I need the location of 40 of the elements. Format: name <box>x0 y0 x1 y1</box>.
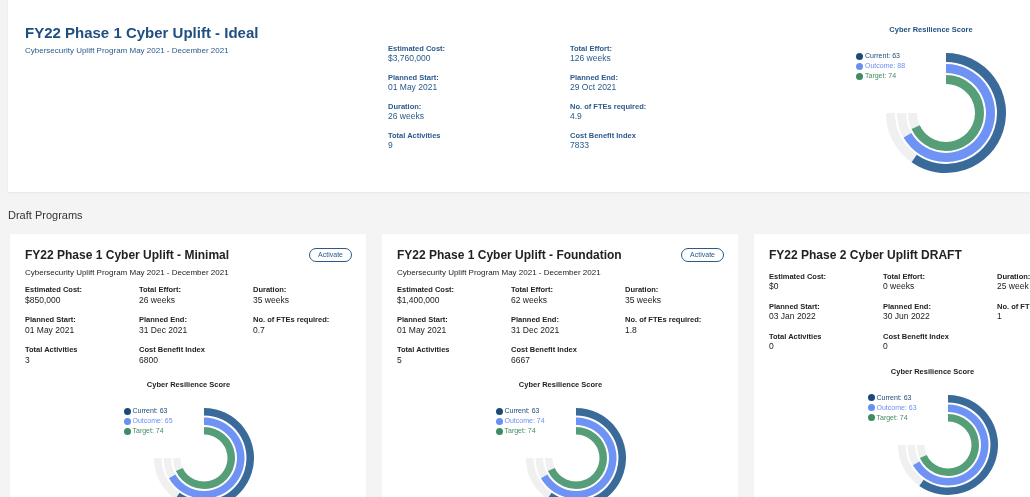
stat-value: 6667 <box>511 354 531 366</box>
stat-value: $0 <box>769 280 780 292</box>
stat-value: 29 Oct 2021 <box>570 82 618 93</box>
stat-value: 1 <box>997 310 1003 322</box>
stat-value: 4.9 <box>570 111 583 122</box>
stat-value: 26 weeks <box>139 294 176 306</box>
program-title: FY22 Phase 2 Cyber Uplift DRAFT <box>769 248 962 264</box>
stat-value: 01 May 2021 <box>388 82 439 93</box>
stat-value: 31 Dec 2021 <box>139 324 189 336</box>
stat-value: $1,400,000 <box>397 294 441 306</box>
stat-value: 30 Jun 2022 <box>883 310 931 322</box>
stat-value: 0 <box>883 340 889 352</box>
stat-value: 25 week <box>997 280 1030 292</box>
stat-value: 7833 <box>570 140 590 151</box>
stat-value: 31 Dec 2021 <box>511 324 561 336</box>
program-subtitle: Cybersecurity Uplift Program May 2021 - December 2021 <box>25 46 230 56</box>
stat-value: 26 weeks <box>388 111 425 122</box>
stat-value: 1.8 <box>625 324 638 336</box>
stat-value: 01 May 2021 <box>25 324 76 336</box>
stat-value: 3 <box>25 354 31 366</box>
stat-value: 9 <box>388 140 394 151</box>
program-title: FY22 Phase 1 Cyber Uplift - Minimal <box>25 248 230 264</box>
stat-value: 62 weeks <box>511 294 548 306</box>
stat-value: 03 Jan 2022 <box>769 310 817 322</box>
stat-value: 5 <box>397 354 403 366</box>
stat-value: 6800 <box>139 354 159 366</box>
stat-value: 126 weeks <box>570 53 612 64</box>
stat-value: 35 weeks <box>253 294 290 306</box>
program-title: FY22 Phase 1 Cyber Uplift - Foundation <box>397 248 622 264</box>
stat-value: $850,000 <box>25 294 62 306</box>
program-title: FY22 Phase 1 Cyber Uplift - Ideal <box>25 24 260 42</box>
stat-value: 0 <box>769 340 775 352</box>
section-heading: Draft Programs <box>8 208 84 222</box>
program-subtitle: Cybersecurity Uplift Program May 2021 - December 2021 <box>25 267 230 278</box>
stat-value: 01 May 2021 <box>397 324 448 336</box>
stat-value: 35 weeks <box>625 294 662 306</box>
stat-value: $3,760,000 <box>388 53 432 64</box>
program-subtitle: Cybersecurity Uplift Program May 2021 - December 2021 <box>397 267 602 278</box>
stat-value: 0.7 <box>253 324 266 336</box>
stat-value: 0 weeks <box>883 280 916 292</box>
